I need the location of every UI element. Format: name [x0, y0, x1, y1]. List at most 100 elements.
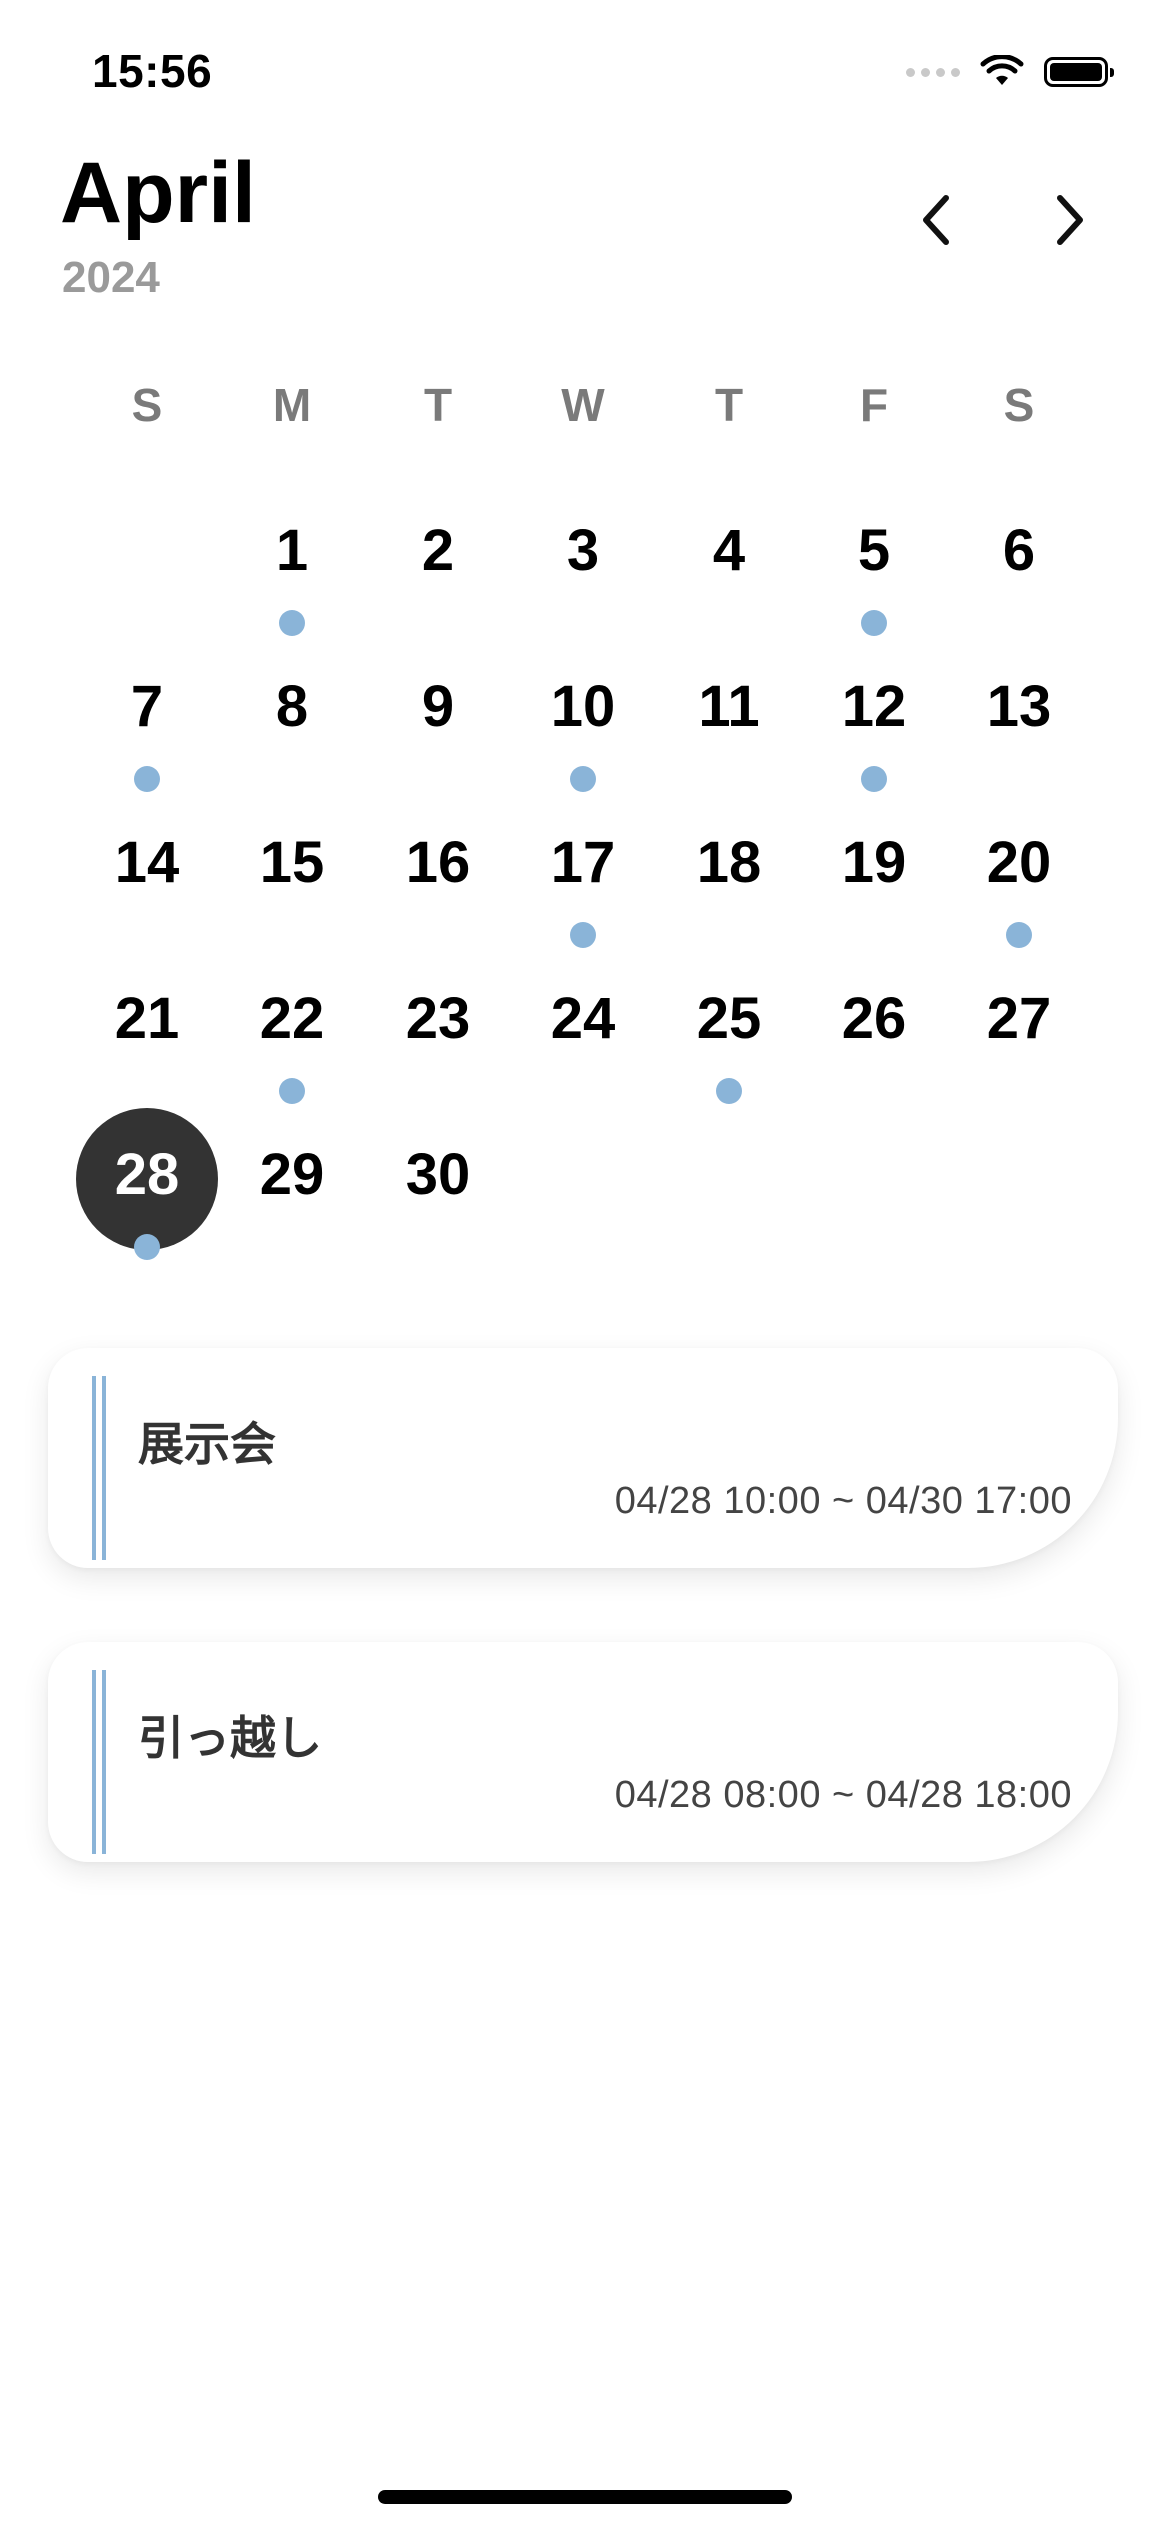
next-month-button[interactable]	[1030, 180, 1110, 260]
calendar-day-12[interactable]: 12	[801, 656, 947, 812]
event-card[interactable]: 展示会 04/28 10:00 ~ 04/30 17:00	[48, 1348, 1118, 1568]
weekday-label: M	[272, 379, 312, 431]
calendar-day-4[interactable]: 4	[656, 500, 802, 656]
month-title: April	[60, 145, 256, 241]
calendar-day-14[interactable]: 14	[74, 812, 220, 968]
calendar-day-number: 14	[114, 830, 180, 895]
calendar-day-23[interactable]: 23	[365, 968, 511, 1124]
event-dot-indicator	[570, 766, 596, 792]
event-accent-bar	[92, 1670, 106, 1854]
chevron-left-icon	[923, 195, 949, 245]
calendar-day-number: 29	[259, 1142, 325, 1207]
calendar-day-16[interactable]: 16	[365, 812, 511, 968]
calendar-day-10[interactable]: 10	[510, 656, 656, 812]
calendar-day-number: 7	[130, 674, 164, 739]
calendar-day-number: 3	[566, 518, 600, 583]
calendar-day-number: 15	[259, 830, 325, 895]
calendar-day-15[interactable]: 15	[219, 812, 365, 968]
calendar-day-13[interactable]: 13	[946, 656, 1092, 812]
event-dot-indicator	[279, 1078, 305, 1104]
calendar-day-number: 23	[405, 986, 471, 1051]
status-bar: 15:56	[0, 0, 1170, 150]
calendar-day-20[interactable]: 20	[946, 812, 1092, 968]
calendar-day-number: 18	[696, 830, 762, 895]
calendar-day-number: 5	[857, 518, 891, 583]
home-indicator	[378, 2490, 792, 2504]
calendar-day-number: 9	[421, 674, 455, 739]
weekday-label: S	[131, 379, 163, 431]
calendar-day-17[interactable]: 17	[510, 812, 656, 968]
calendar-day-1[interactable]: 1	[219, 500, 365, 656]
event-accent-bar	[92, 1376, 106, 1560]
calendar-day-26[interactable]: 26	[801, 968, 947, 1124]
calendar-day-number: 4	[712, 518, 746, 583]
calendar-day-21[interactable]: 21	[74, 968, 220, 1124]
calendar-day-number: 26	[841, 986, 907, 1051]
calendar-day-number: 20	[986, 830, 1052, 895]
calendar-day-7[interactable]: 7	[74, 656, 220, 812]
calendar-day-18[interactable]: 18	[656, 812, 802, 968]
calendar-day-number: 8	[275, 674, 309, 739]
battery-icon	[1044, 57, 1114, 87]
calendar-day-number: 22	[259, 986, 325, 1051]
previous-month-button[interactable]	[896, 180, 976, 260]
calendar-day-number: 10	[550, 674, 616, 739]
status-time: 15:56	[92, 45, 213, 97]
year-title: 2024	[62, 253, 160, 302]
calendar-day-5[interactable]: 5	[801, 500, 947, 656]
event-dot-indicator	[134, 766, 160, 792]
calendar-day-number: 11	[698, 674, 760, 739]
weekday-label: S	[1003, 379, 1035, 431]
calendar-day-number: 25	[696, 986, 762, 1051]
calendar-day-number: 28	[114, 1142, 180, 1207]
weekday-label: T	[714, 379, 744, 431]
event-time-range: 04/28 10:00 ~ 04/30 17:00	[614, 1480, 1072, 1522]
calendar-day-19[interactable]: 19	[801, 812, 947, 968]
event-dot-indicator	[1006, 922, 1032, 948]
event-dot-indicator	[279, 610, 305, 636]
event-dot-indicator	[716, 1078, 742, 1104]
weekday-label: F	[859, 379, 889, 431]
calendar-day-3[interactable]: 3	[510, 500, 656, 656]
weekday-label: T	[423, 379, 453, 431]
calendar-day-number: 12	[841, 674, 907, 739]
calendar-day-number: 13	[986, 674, 1052, 739]
event-title: 引っ越し	[138, 1711, 322, 1765]
calendar-day-number: 30	[405, 1142, 471, 1207]
wifi-icon	[980, 55, 1024, 85]
calendar-day-27[interactable]: 27	[946, 968, 1092, 1124]
calendar-day-6[interactable]: 6	[946, 500, 1092, 656]
calendar-day-28[interactable]: 28	[74, 1108, 220, 1280]
event-title: 展示会	[138, 1417, 276, 1471]
calendar-day-9[interactable]: 9	[365, 656, 511, 812]
calendar-day-number: 21	[114, 986, 180, 1051]
weekday-label: W	[561, 379, 605, 431]
event-time-range: 04/28 08:00 ~ 04/28 18:00	[614, 1774, 1072, 1816]
status-icons	[906, 52, 1114, 92]
calendar-day-30[interactable]: 30	[365, 1124, 511, 1280]
calendar-day-8[interactable]: 8	[219, 656, 365, 812]
calendar-day-number: 16	[405, 830, 471, 895]
calendar-day-2[interactable]: 2	[365, 500, 511, 656]
calendar-day-number: 2	[421, 518, 455, 583]
calendar-day-number: 24	[550, 986, 616, 1051]
calendar-day-11[interactable]: 11	[656, 656, 802, 812]
event-card[interactable]: 引っ越し 04/28 08:00 ~ 04/28 18:00	[48, 1642, 1118, 1862]
calendar-day-number: 19	[841, 830, 907, 895]
calendar-day-25[interactable]: 25	[656, 968, 802, 1124]
calendar-day-number: 1	[275, 518, 309, 583]
cellular-signal-icon	[906, 67, 960, 77]
chevron-right-icon	[1057, 195, 1083, 245]
calendar-day-number: 27	[986, 986, 1052, 1051]
event-dot-indicator	[570, 922, 596, 948]
calendar-grid: 1 2 3 4 5 6 7 8 9 10 11 12 13 14 15 16 17 18 19 20 21 22 23 24 2…	[0, 500, 1170, 1280]
event-dot-indicator	[861, 766, 887, 792]
calendar-day-29[interactable]: 29	[219, 1124, 365, 1280]
calendar-day-22[interactable]: 22	[219, 968, 365, 1124]
calendar-day-number: 6	[1002, 518, 1036, 583]
event-dot-indicator	[861, 610, 887, 636]
event-dot-indicator	[134, 1234, 160, 1260]
weekday-header: S M T W T F S	[0, 370, 1170, 450]
calendar-day-24[interactable]: 24	[510, 968, 656, 1124]
calendar-day-number: 17	[550, 830, 616, 895]
